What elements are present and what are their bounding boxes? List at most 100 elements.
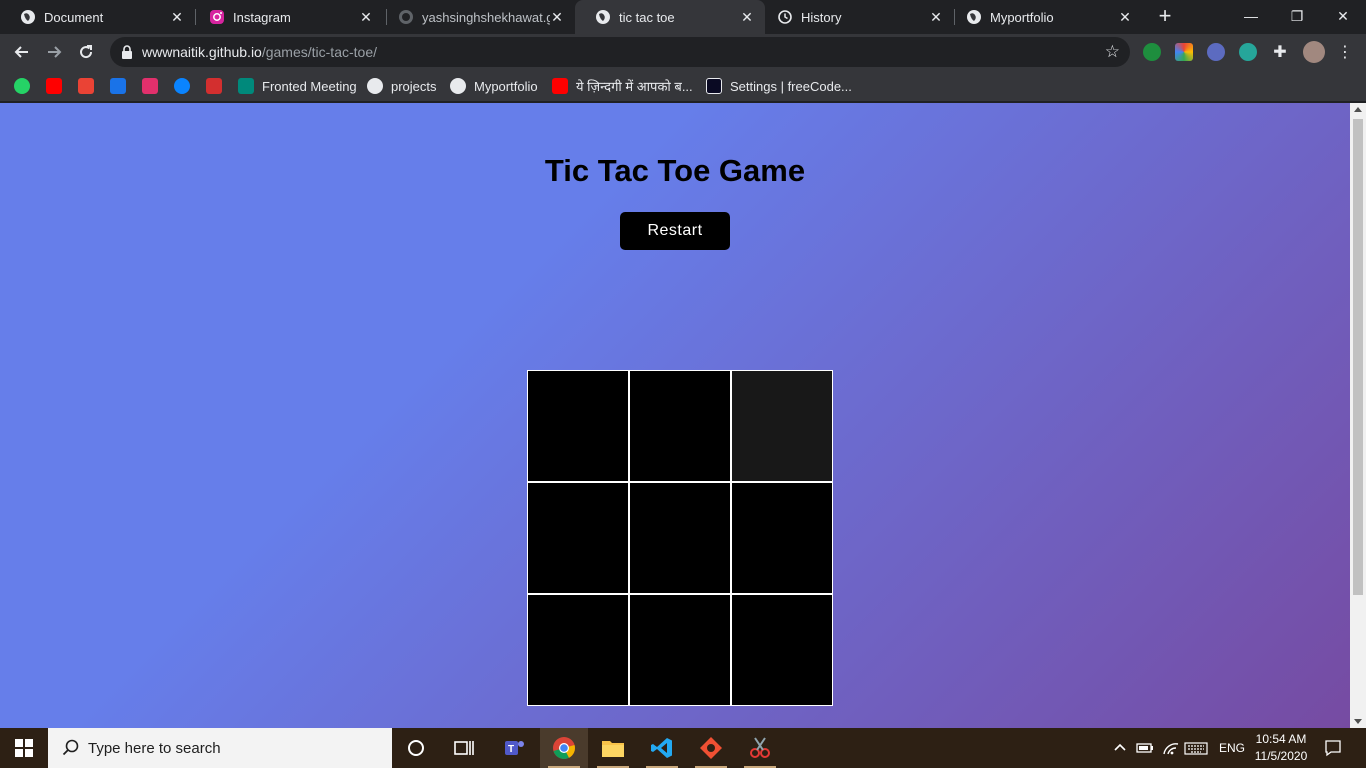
- contacts-icon: [110, 78, 126, 94]
- tray-chevron-icon[interactable]: [1112, 728, 1128, 768]
- gmail-icon: [78, 78, 94, 94]
- clock[interactable]: 10:54 AM 11/5/2020: [1246, 731, 1316, 765]
- globe-icon: [966, 9, 982, 25]
- board-cell[interactable]: [630, 483, 730, 593]
- globe-icon: [595, 9, 611, 25]
- tab-strip: Document ✕ Instagram ✕ yashsinghshekhawa…: [0, 0, 1366, 34]
- vscode-app[interactable]: [638, 728, 686, 768]
- keyboard-icon[interactable]: [1184, 728, 1208, 768]
- bookmark-fronted-meeting[interactable]: Fronted Meeting: [238, 77, 357, 95]
- freecodecamp-icon: [706, 78, 722, 94]
- board-cell[interactable]: [732, 483, 832, 593]
- search-icon: [62, 739, 79, 756]
- wifi-icon[interactable]: [1162, 728, 1180, 768]
- minimize-button[interactable]: —: [1228, 0, 1274, 32]
- tab-github[interactable]: yashsinghshekhawat.gi ✕: [378, 0, 575, 34]
- meet-icon: [238, 78, 254, 94]
- extensions-puzzle-icon[interactable]: ✚: [1266, 38, 1294, 66]
- youtube-icon: [552, 78, 568, 94]
- extension-icon[interactable]: [1175, 43, 1193, 61]
- battery-icon[interactable]: [1136, 728, 1154, 768]
- bookmark-gmail[interactable]: [78, 77, 94, 95]
- teams-icon: T: [505, 741, 524, 755]
- tab-myportfolio[interactable]: Myportfolio ✕: [946, 0, 1143, 34]
- taskbar: Type here to search T ENG 10:54 AM 11/5/…: [0, 728, 1366, 768]
- scroll-up-icon[interactable]: [1354, 107, 1362, 112]
- instagram-icon: [142, 78, 158, 94]
- tab-title: yashsinghshekhawat.gi: [422, 9, 550, 25]
- board-cell[interactable]: [528, 483, 628, 593]
- tab-document[interactable]: Document ✕: [0, 0, 195, 34]
- board-cell[interactable]: [528, 371, 628, 481]
- close-tab-icon[interactable]: ✕: [739, 9, 755, 25]
- close-tab-icon[interactable]: ✕: [549, 9, 565, 25]
- game-board: [527, 370, 833, 706]
- extension-icon[interactable]: [1207, 43, 1225, 61]
- youtube-icon: [46, 78, 62, 94]
- bookmark-contacts[interactable]: [110, 77, 126, 95]
- back-button[interactable]: [8, 38, 36, 66]
- task-view-button[interactable]: [440, 728, 488, 768]
- extension-icon[interactable]: [1143, 43, 1161, 61]
- reload-icon: [80, 45, 93, 59]
- bookmark-label: Myportfolio: [474, 78, 538, 94]
- teams-app[interactable]: T: [490, 728, 538, 768]
- windows-icon: [15, 739, 33, 757]
- board-cell[interactable]: [732, 595, 832, 705]
- avatar[interactable]: [1303, 41, 1325, 63]
- bookmark-onedrive[interactable]: [174, 77, 190, 95]
- bookmark-instagram[interactable]: [142, 77, 158, 95]
- scroll-down-icon[interactable]: [1354, 719, 1362, 724]
- restart-button[interactable]: Restart: [620, 212, 730, 250]
- chrome-app[interactable]: [540, 728, 588, 768]
- notifications-icon[interactable]: [1324, 728, 1342, 768]
- board-cell[interactable]: [528, 595, 628, 705]
- restore-button[interactable]: ❐: [1274, 0, 1320, 32]
- bookmark-nse[interactable]: [206, 77, 222, 95]
- tab-title: Document: [44, 9, 104, 25]
- file-explorer-app[interactable]: [589, 728, 637, 768]
- bookmark-projects[interactable]: projects: [367, 77, 437, 95]
- close-tab-icon[interactable]: ✕: [358, 9, 374, 25]
- new-tab-button[interactable]: +: [1154, 5, 1176, 28]
- board-cell[interactable]: [630, 595, 730, 705]
- close-tab-icon[interactable]: ✕: [928, 9, 944, 25]
- tab-title: tic tac toe: [619, 9, 675, 25]
- address-bar[interactable]: wwwnaitik.github.io/games/tic-tac-toe/ ☆: [110, 37, 1130, 67]
- bookmark-star-icon[interactable]: ☆: [1105, 42, 1120, 62]
- tab-history[interactable]: History ✕: [757, 0, 954, 34]
- github-icon: [398, 9, 414, 25]
- bookmark-label: Fronted Meeting: [262, 78, 357, 94]
- extension-icon[interactable]: [1239, 43, 1257, 61]
- whatsapp-icon: [14, 78, 30, 94]
- close-tab-icon[interactable]: ✕: [169, 9, 185, 25]
- page-scrollbar[interactable]: [1350, 103, 1366, 728]
- taskbar-search[interactable]: Type here to search: [48, 728, 392, 768]
- history-icon: [777, 9, 793, 25]
- tab-tic-tac-toe[interactable]: tic tac toe ✕: [575, 0, 765, 34]
- board-cell[interactable]: [732, 371, 832, 481]
- board-cell[interactable]: [630, 371, 730, 481]
- scrollbar-thumb[interactable]: [1353, 119, 1363, 595]
- close-window-button[interactable]: ✕: [1320, 0, 1366, 32]
- folder-icon: [602, 741, 624, 757]
- globe-icon: [367, 78, 383, 94]
- reload-button[interactable]: [72, 38, 100, 66]
- bookmark-myportfolio[interactable]: Myportfolio: [450, 77, 538, 95]
- menu-dots-icon[interactable]: ⋮: [1331, 38, 1359, 66]
- task-view-icon: [454, 741, 474, 755]
- browser-toolbar: wwwnaitik.github.io/games/tic-tac-toe/ ☆…: [0, 34, 1366, 70]
- language-indicator[interactable]: ENG: [1219, 728, 1245, 768]
- bookmark-whatsapp[interactable]: [14, 77, 30, 95]
- url-text: wwwnaitik.github.io/games/tic-tac-toe/: [142, 44, 377, 60]
- bookmark-freecodecamp[interactable]: Settings | freeCode...: [706, 77, 852, 95]
- bookmark-youtube[interactable]: [46, 77, 62, 95]
- tab-instagram[interactable]: Instagram ✕: [189, 0, 384, 34]
- bookmark-youtube-video[interactable]: ये ज़िन्दगी में आपको ब...: [552, 77, 693, 95]
- forward-button[interactable]: [40, 38, 68, 66]
- cortana-button[interactable]: [392, 728, 440, 768]
- close-tab-icon[interactable]: ✕: [1117, 9, 1133, 25]
- gitkraken-app[interactable]: [687, 728, 735, 768]
- snipping-tool-app[interactable]: [736, 728, 784, 768]
- start-button[interactable]: [0, 728, 48, 768]
